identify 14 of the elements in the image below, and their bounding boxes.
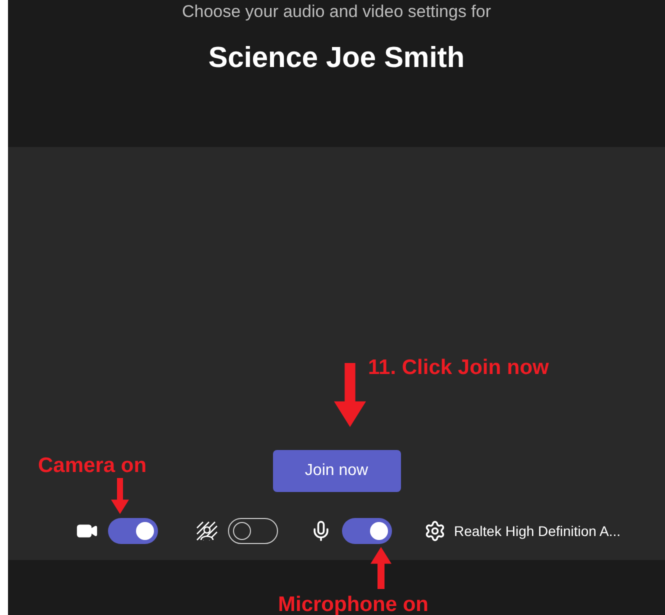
toggle-switch[interactable]: [108, 518, 158, 544]
arrow-icon: [368, 547, 394, 589]
subtitle: Choose your audio and video settings for: [182, 2, 492, 22]
arrow-icon: [108, 478, 132, 514]
annotation-text: Camera on: [38, 453, 147, 479]
toggle-switch[interactable]: [342, 518, 392, 544]
join-now-button[interactable]: Join now: [272, 450, 400, 492]
background-effects-icon: [196, 521, 218, 541]
meeting-title: Science Joe Smith: [208, 41, 465, 76]
annotation-text: Microphone on: [278, 592, 428, 615]
annotation-text: 11. Click Join now: [368, 355, 549, 381]
audio-device-label[interactable]: Realtek High Definition A...: [454, 520, 621, 542]
settings-icon[interactable]: [424, 520, 446, 542]
toggle-switch[interactable]: [228, 518, 278, 544]
